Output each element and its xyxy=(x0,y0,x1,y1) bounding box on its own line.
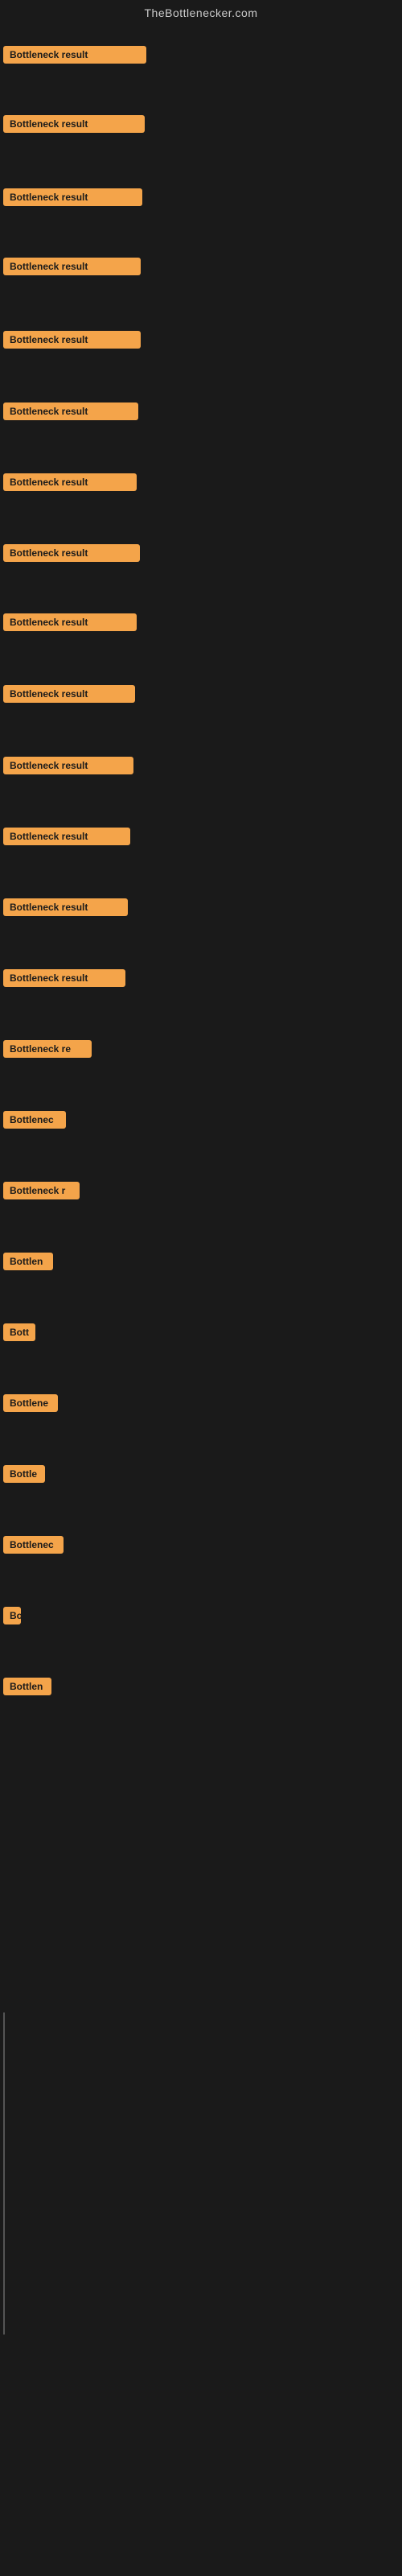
bottleneck-badge-16[interactable]: Bottlenec xyxy=(3,1111,66,1129)
bottleneck-badge-14[interactable]: Bottleneck result xyxy=(3,969,125,987)
bottleneck-badge-5[interactable]: Bottleneck result xyxy=(3,331,141,349)
badge-row-5: Bottleneck result xyxy=(3,331,141,353)
badge-row-13: Bottleneck result xyxy=(3,898,128,920)
bottleneck-badge-13[interactable]: Bottleneck result xyxy=(3,898,128,916)
badge-row-4: Bottleneck result xyxy=(3,258,141,279)
badge-row-20: Bottlene xyxy=(3,1394,58,1416)
badge-row-18: Bottlen xyxy=(3,1253,53,1274)
badge-row-12: Bottleneck result xyxy=(3,828,130,849)
badge-row-7: Bottleneck result xyxy=(3,473,137,495)
badge-row-23: Bo xyxy=(3,1607,21,1629)
badge-row-9: Bottleneck result xyxy=(3,613,137,635)
bottleneck-badge-11[interactable]: Bottleneck result xyxy=(3,757,133,774)
bottleneck-badge-6[interactable]: Bottleneck result xyxy=(3,402,138,420)
bottleneck-badge-9[interactable]: Bottleneck result xyxy=(3,613,137,631)
bottleneck-badge-4[interactable]: Bottleneck result xyxy=(3,258,141,275)
bottleneck-badge-21[interactable]: Bottle xyxy=(3,1465,45,1483)
badge-row-2: Bottleneck result xyxy=(3,115,145,137)
badge-row-16: Bottlenec xyxy=(3,1111,66,1133)
bottleneck-badge-24[interactable]: Bottlen xyxy=(3,1678,51,1695)
badge-row-22: Bottlenec xyxy=(3,1536,64,1558)
badge-row-14: Bottleneck result xyxy=(3,969,125,991)
badge-row-8: Bottleneck result xyxy=(3,544,140,566)
badge-row-17: Bottleneck r xyxy=(3,1182,80,1203)
badge-row-19: Bott xyxy=(3,1323,35,1345)
bottleneck-badge-15[interactable]: Bottleneck re xyxy=(3,1040,92,1058)
bottleneck-badge-19[interactable]: Bott xyxy=(3,1323,35,1341)
badge-row-15: Bottleneck re xyxy=(3,1040,92,1062)
bottleneck-badge-7[interactable]: Bottleneck result xyxy=(3,473,137,491)
badge-row-24: Bottlen xyxy=(3,1678,51,1699)
bottleneck-badge-22[interactable]: Bottlenec xyxy=(3,1536,64,1554)
bottleneck-badge-20[interactable]: Bottlene xyxy=(3,1394,58,1412)
bottleneck-badge-3[interactable]: Bottleneck result xyxy=(3,188,142,206)
badge-row-6: Bottleneck result xyxy=(3,402,138,424)
site-title: TheBottlenecker.com xyxy=(0,0,402,23)
vertical-line xyxy=(3,2013,5,2334)
bottleneck-badge-23[interactable]: Bo xyxy=(3,1607,21,1624)
site-header: TheBottlenecker.com xyxy=(0,0,402,23)
bottleneck-badge-1[interactable]: Bottleneck result xyxy=(3,46,146,64)
badge-row-3: Bottleneck result xyxy=(3,188,142,210)
bottleneck-badge-12[interactable]: Bottleneck result xyxy=(3,828,130,845)
bottleneck-badge-8[interactable]: Bottleneck result xyxy=(3,544,140,562)
badge-row-1: Bottleneck result xyxy=(3,46,146,68)
bottleneck-badge-10[interactable]: Bottleneck result xyxy=(3,685,135,703)
badge-row-10: Bottleneck result xyxy=(3,685,135,707)
badge-row-11: Bottleneck result xyxy=(3,757,133,778)
bottleneck-badge-2[interactable]: Bottleneck result xyxy=(3,115,145,133)
badge-row-21: Bottle xyxy=(3,1465,45,1487)
bottleneck-badge-17[interactable]: Bottleneck r xyxy=(3,1182,80,1199)
bottleneck-badge-18[interactable]: Bottlen xyxy=(3,1253,53,1270)
